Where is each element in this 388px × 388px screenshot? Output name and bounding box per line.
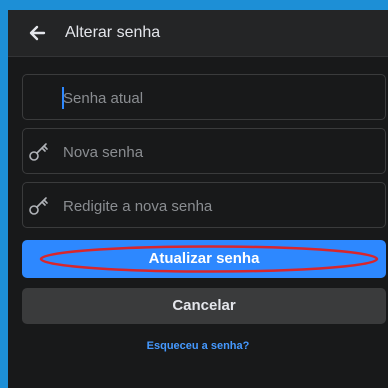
key-icon [29,197,48,215]
top-bar: Alterar senha [8,10,388,57]
forgot-password-link[interactable]: Esqueceu a senha? [8,340,388,352]
change-password-screen: Alterar senha Atualizar senha Cancelar E… [8,10,388,388]
current-password-field[interactable] [22,74,386,120]
page-title: Alterar senha [65,24,161,41]
confirm-password-input[interactable] [63,195,363,217]
new-password-input[interactable] [63,141,363,163]
cancel-button[interactable]: Cancelar [22,288,386,324]
confirm-password-field[interactable] [22,182,386,228]
update-password-button[interactable]: Atualizar senha [22,240,386,278]
current-password-input[interactable] [63,87,363,109]
key-icon [29,143,48,161]
new-password-field[interactable] [22,128,386,174]
arrow-left-icon[interactable] [28,24,46,42]
